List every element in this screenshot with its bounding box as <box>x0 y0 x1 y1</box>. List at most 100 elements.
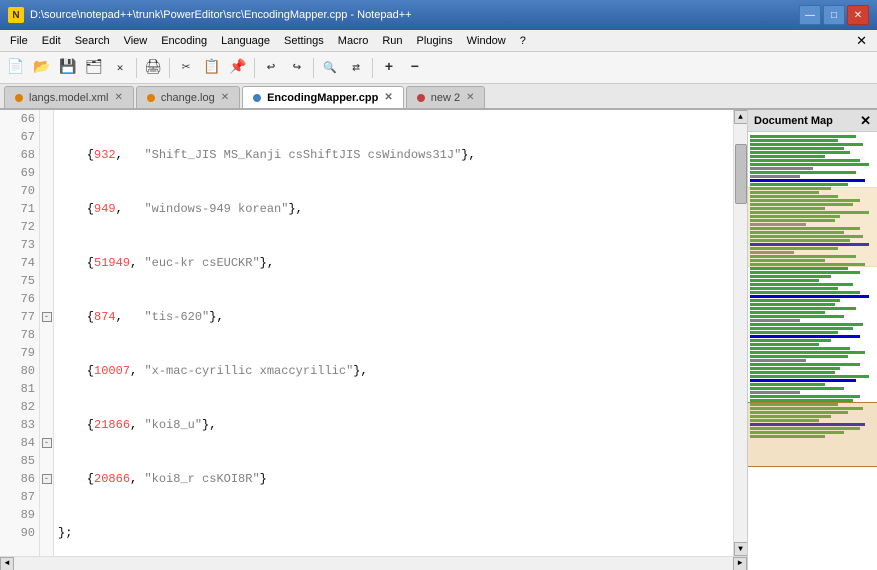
line-num-73: 73 <box>4 236 35 254</box>
line-num-67: 67 <box>4 128 35 146</box>
toolbar-separator-1 <box>136 58 137 78</box>
code-editor[interactable]: 66 67 68 69 70 71 72 73 74 75 76 77 78 7… <box>0 110 747 570</box>
code-line-69: {874, "tis-620"}, <box>58 308 729 326</box>
toolbar: 📄 📂 💾 🗂 ✕ 🖨 ✂ 📋 📌 ↩ ↪ 🔍 ⇄ + − <box>0 52 877 84</box>
tab-encoding-label: EncodingMapper.cpp <box>267 92 378 104</box>
line-num-72: 72 <box>4 218 35 236</box>
code-line-67: {949, "windows-949 korean"}, <box>58 200 729 218</box>
document-map-canvas[interactable] <box>748 132 877 570</box>
tab-changelog[interactable]: change.log ✕ <box>136 86 240 108</box>
close-tab-button[interactable]: ✕ <box>108 56 132 80</box>
vertical-scrollbar[interactable]: ▲ ▼ <box>733 110 747 556</box>
code-content[interactable]: {932, "Shift_JIS MS_Kanji csShiftJIS csW… <box>54 110 733 556</box>
line-num-74: 74 <box>4 254 35 272</box>
tab-changelog-dot <box>147 94 155 102</box>
menu-encoding[interactable]: Encoding <box>155 33 213 49</box>
menu-window[interactable]: Window <box>461 33 512 49</box>
scroll-thumb[interactable] <box>735 144 747 204</box>
toolbar-separator-2 <box>169 58 170 78</box>
tab-langs-close[interactable]: ✕ <box>114 92 122 103</box>
tab-langs-label: langs.model.xml <box>29 92 108 104</box>
menu-close-button[interactable]: ✕ <box>850 33 873 49</box>
tab-new-close[interactable]: ✕ <box>466 92 474 103</box>
menu-plugins[interactable]: Plugins <box>411 33 459 49</box>
minimize-button[interactable]: — <box>799 5 821 25</box>
fold-marker-77[interactable]: - <box>42 312 52 322</box>
line-num-89: 89 <box>4 506 35 524</box>
code-scroll-area: 66 67 68 69 70 71 72 73 74 75 76 77 78 7… <box>0 110 747 556</box>
close-button[interactable]: ✕ <box>847 5 869 25</box>
menu-search[interactable]: Search <box>69 33 116 49</box>
open-file-button[interactable]: 📂 <box>30 56 54 80</box>
menu-run[interactable]: Run <box>376 33 408 49</box>
code-line-73: }; <box>58 524 729 542</box>
document-map-panel: Document Map ✕ <box>747 110 877 570</box>
line-num-79: 79 <box>4 344 35 362</box>
line-num-85: 85 <box>4 452 35 470</box>
replace-button[interactable]: ⇄ <box>344 56 368 80</box>
zoom-out-button[interactable]: − <box>403 56 427 80</box>
code-line-66: {932, "Shift_JIS MS_Kanji csShiftJIS csW… <box>58 146 729 164</box>
cut-button[interactable]: ✂ <box>174 56 198 80</box>
menu-macro[interactable]: Macro <box>332 33 375 49</box>
tab-langs-dot <box>15 94 23 102</box>
tab-encoding-close[interactable]: ✕ <box>384 92 392 103</box>
menu-settings[interactable]: Settings <box>278 33 330 49</box>
line-num-75: 75 <box>4 272 35 290</box>
save-button[interactable]: 💾 <box>56 56 80 80</box>
tab-new[interactable]: new 2 ✕ <box>406 86 486 108</box>
menu-file[interactable]: File <box>4 33 34 49</box>
line-num-71: 71 <box>4 200 35 218</box>
document-map-close-button[interactable]: ✕ <box>860 114 871 127</box>
tab-new-dot <box>417 94 425 102</box>
line-num-70: 70 <box>4 182 35 200</box>
zoom-in-button[interactable]: + <box>377 56 401 80</box>
tab-bar: langs.model.xml ✕ change.log ✕ EncodingM… <box>0 84 877 110</box>
line-num-82: 82 <box>4 398 35 416</box>
menu-bar: File Edit Search View Encoding Language … <box>0 30 877 52</box>
app-icon: N <box>8 7 24 23</box>
paste-button[interactable]: 📌 <box>226 56 250 80</box>
print-button[interactable]: 🖨 <box>141 56 165 80</box>
tab-encoding[interactable]: EncodingMapper.cpp ✕ <box>242 86 404 108</box>
line-num-76: 76 <box>4 290 35 308</box>
document-map-header: Document Map ✕ <box>748 110 877 132</box>
save-all-button[interactable]: 🗂 <box>82 56 106 80</box>
document-map-title: Document Map <box>754 115 833 127</box>
code-line-71: {21866, "koi8_u"}, <box>58 416 729 434</box>
code-line-68: {51949, "euc-kr csEUCKR"}, <box>58 254 729 272</box>
line-num-84: 84 <box>4 434 35 452</box>
tab-langs[interactable]: langs.model.xml ✕ <box>4 86 134 108</box>
line-num-81: 81 <box>4 380 35 398</box>
toolbar-separator-3 <box>254 58 255 78</box>
copy-button[interactable]: 📋 <box>200 56 224 80</box>
new-file-button[interactable]: 📄 <box>4 56 28 80</box>
redo-button[interactable]: ↪ <box>285 56 309 80</box>
scroll-left-button[interactable]: ◄ <box>0 557 14 570</box>
line-num-78: 78 <box>4 326 35 344</box>
scroll-track[interactable] <box>734 124 747 542</box>
menu-language[interactable]: Language <box>215 33 276 49</box>
tab-changelog-label: change.log <box>161 92 215 104</box>
title-bar: N D:\source\notepad++\trunk\PowerEditor\… <box>0 0 877 30</box>
scroll-up-button[interactable]: ▲ <box>734 110 748 124</box>
scroll-down-button[interactable]: ▼ <box>734 542 748 556</box>
fold-marker-86[interactable]: - <box>42 474 52 484</box>
tab-changelog-close[interactable]: ✕ <box>221 92 229 103</box>
undo-button[interactable]: ↩ <box>259 56 283 80</box>
menu-view[interactable]: View <box>118 33 154 49</box>
line-num-69: 69 <box>4 164 35 182</box>
fold-marker-84[interactable]: - <box>42 438 52 448</box>
h-scroll-track[interactable] <box>14 557 733 570</box>
toolbar-separator-4 <box>313 58 314 78</box>
scroll-right-button[interactable]: ► <box>733 557 747 570</box>
toolbar-separator-5 <box>372 58 373 78</box>
line-num-77: 77 <box>4 308 35 326</box>
maximize-button[interactable]: □ <box>823 5 845 25</box>
menu-edit[interactable]: Edit <box>36 33 67 49</box>
horizontal-scrollbar[interactable]: ◄ ► <box>0 556 747 570</box>
line-num-86: 86 <box>4 470 35 488</box>
find-button[interactable]: 🔍 <box>318 56 342 80</box>
menu-help[interactable]: ? <box>514 33 532 49</box>
tab-new-label: new 2 <box>431 92 460 104</box>
